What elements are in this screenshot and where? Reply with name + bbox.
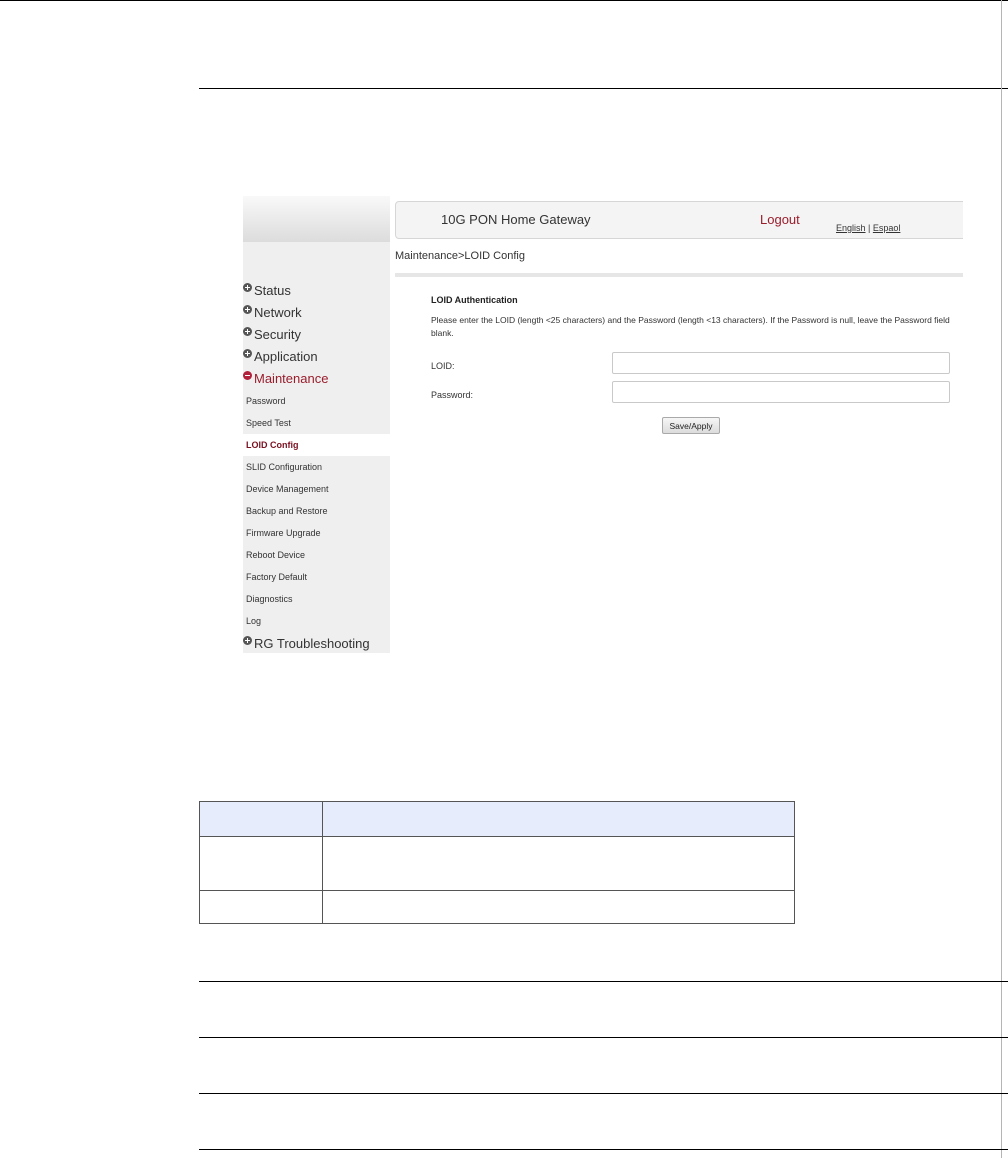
section-title: LOID Authentication bbox=[431, 295, 518, 305]
instructions-text: Please enter the LOID (length <25 charac… bbox=[431, 315, 950, 338]
footer-rule-3 bbox=[199, 1093, 1008, 1094]
table-cell bbox=[322, 890, 795, 924]
lang-spanish-link[interactable]: Espaol bbox=[873, 223, 901, 233]
nav-item-maintenance[interactable]: Maintenance bbox=[243, 368, 328, 388]
expand-plus-icon bbox=[243, 304, 252, 314]
sub-item-log[interactable]: Log bbox=[243, 610, 390, 632]
parameter-table bbox=[199, 801, 795, 924]
gateway-screenshot: Status Network Security Application Main… bbox=[243, 196, 963, 653]
footer-rule-1 bbox=[199, 981, 1008, 982]
table-cell bbox=[199, 836, 323, 891]
nav-item-label: RG Troubleshooting bbox=[254, 635, 370, 651]
sub-item-loid-config[interactable]: LOID Config bbox=[243, 434, 390, 456]
gateway-header: 10G PON Home Gateway Logout English | Es… bbox=[395, 201, 963, 239]
password-input[interactable] bbox=[612, 381, 950, 403]
table-row bbox=[199, 836, 795, 891]
expand-plus-icon bbox=[243, 326, 252, 336]
expand-plus-icon bbox=[243, 348, 252, 358]
save-apply-button[interactable]: Save/Apply bbox=[662, 417, 720, 434]
nav-item-label: Application bbox=[254, 348, 318, 364]
table-header-cell bbox=[322, 801, 795, 837]
expand-plus-icon bbox=[243, 282, 252, 292]
footer-rule-4 bbox=[199, 1149, 1008, 1150]
sub-item-diagnostics[interactable]: Diagnostics bbox=[243, 588, 390, 610]
lang-separator: | bbox=[865, 223, 873, 233]
sub-item-password[interactable]: Password bbox=[243, 390, 390, 412]
nav-item-label: Network bbox=[254, 304, 302, 320]
nav-item-label: Maintenance bbox=[254, 370, 329, 386]
sub-item-speed-test[interactable]: Speed Test bbox=[243, 412, 390, 434]
table-row bbox=[199, 890, 795, 924]
table-cell bbox=[322, 836, 795, 891]
table-header-row bbox=[199, 801, 795, 837]
collapse-minus-icon bbox=[243, 370, 252, 380]
breadcrumb-divider bbox=[395, 273, 963, 277]
sub-item-reboot-device[interactable]: Reboot Device bbox=[243, 544, 390, 566]
logout-link[interactable]: Logout bbox=[760, 212, 800, 227]
password-label: Password: bbox=[431, 390, 474, 400]
footer-rule-2 bbox=[199, 1037, 1008, 1038]
nav-item-network[interactable]: Network bbox=[243, 302, 302, 322]
right-margin-bar bbox=[1001, 0, 1002, 1158]
table-header-cell bbox=[199, 801, 323, 837]
sidebar: Status Network Security Application Main… bbox=[243, 196, 390, 653]
sub-item-backup-and-restore[interactable]: Backup and Restore bbox=[243, 500, 390, 522]
sidebar-logo-area bbox=[243, 196, 390, 242]
loid-label: LOID: bbox=[431, 361, 455, 371]
nav-item-rg-troubleshooting[interactable]: RG Troubleshooting bbox=[243, 633, 370, 653]
expand-plus-icon bbox=[243, 635, 252, 645]
top-rule bbox=[0, 0, 1008, 1]
header-rule bbox=[199, 88, 1008, 89]
nav-item-application[interactable]: Application bbox=[243, 346, 318, 366]
sub-item-firmware-upgrade[interactable]: Firmware Upgrade bbox=[243, 522, 390, 544]
sub-item-slid-configuration[interactable]: SLID Configuration bbox=[243, 456, 390, 478]
nav-item-status[interactable]: Status bbox=[243, 280, 291, 300]
sub-item-factory-default[interactable]: Factory Default bbox=[243, 566, 390, 588]
nav-item-label: Security bbox=[254, 326, 301, 342]
sub-item-device-management[interactable]: Device Management bbox=[243, 478, 390, 500]
breadcrumb: Maintenance>LOID Config bbox=[395, 250, 525, 262]
table-cell bbox=[199, 890, 323, 924]
nav-item-label: Status bbox=[254, 282, 291, 298]
lang-english-link[interactable]: English bbox=[836, 223, 866, 233]
nav-item-security[interactable]: Security bbox=[243, 324, 301, 344]
loid-input[interactable] bbox=[612, 352, 950, 374]
gateway-title: 10G PON Home Gateway bbox=[441, 212, 591, 227]
language-switcher: English | Espaol bbox=[836, 223, 900, 233]
